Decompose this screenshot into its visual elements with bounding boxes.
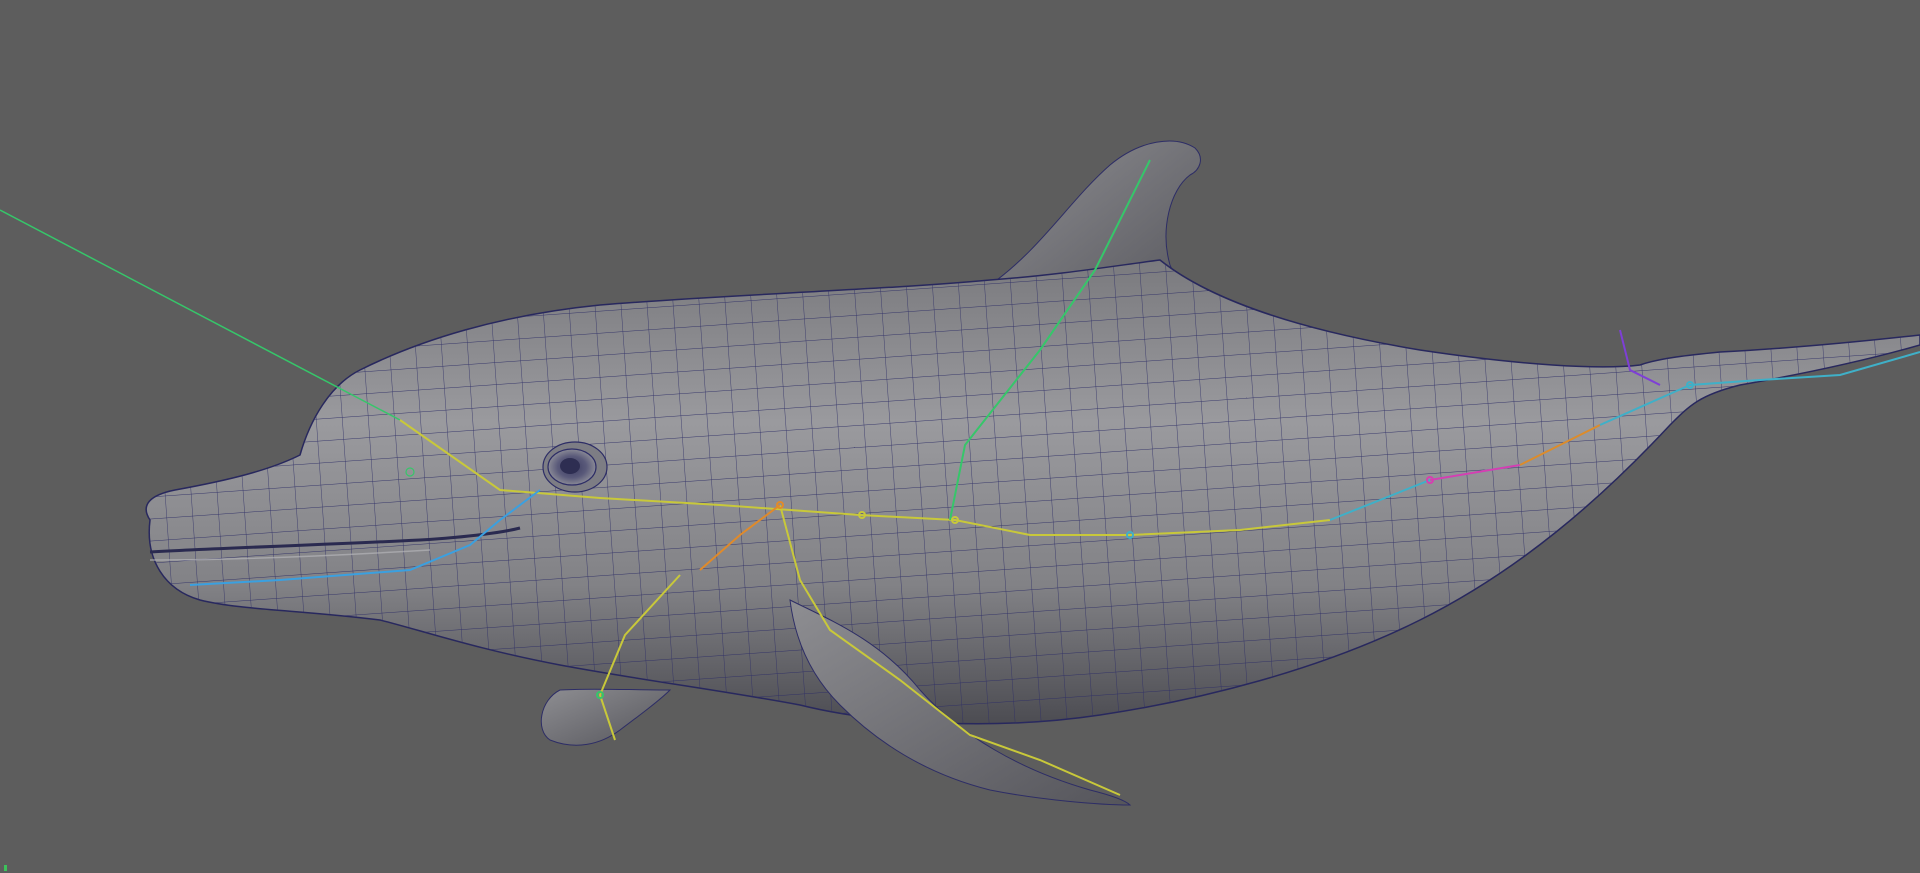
bone[interactable]	[0, 209, 401, 421]
axis-gizmo-icon	[4, 865, 7, 871]
back-pectoral-fin[interactable]	[540, 688, 672, 746]
viewport-canvas[interactable]	[0, 0, 1920, 873]
3d-viewport[interactable]	[0, 0, 1920, 873]
eye[interactable]	[542, 441, 608, 493]
